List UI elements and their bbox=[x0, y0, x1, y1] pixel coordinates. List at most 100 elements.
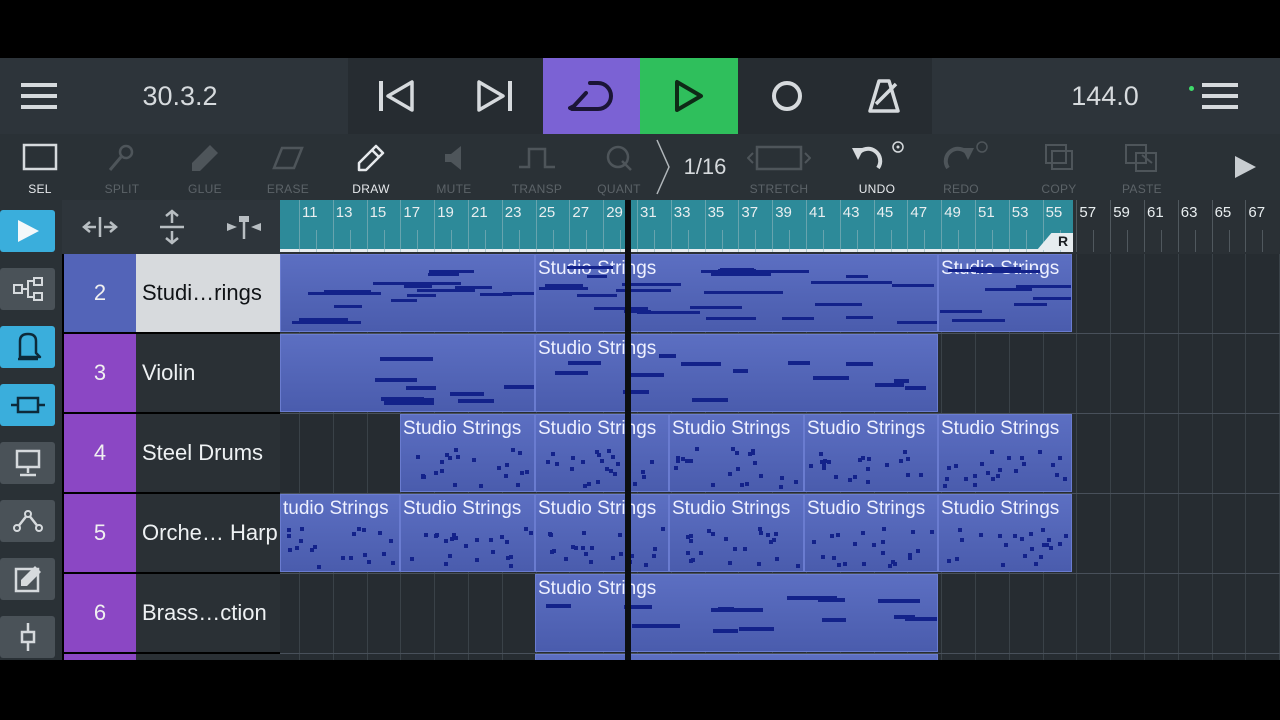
midi-note bbox=[728, 472, 733, 477]
track-row[interactable]: 2 Studi…rings bbox=[62, 254, 280, 334]
menu-icon bbox=[21, 83, 57, 109]
playhead[interactable] bbox=[625, 200, 631, 660]
settings-menu-button[interactable] bbox=[1180, 58, 1260, 134]
midi-clip[interactable]: tudio Strings bbox=[280, 494, 400, 572]
track-routing-button[interactable] bbox=[0, 268, 55, 310]
mixer-view-button[interactable] bbox=[0, 442, 55, 484]
tool-draw[interactable]: DRAW bbox=[331, 134, 411, 200]
midi-note bbox=[853, 542, 858, 547]
tool-split[interactable]: SPLIT bbox=[82, 134, 162, 200]
track-row[interactable]: 6 Brass…ction bbox=[62, 574, 280, 654]
ruler-bar-number: 53 bbox=[1011, 204, 1029, 221]
tool-copy[interactable]: COPY bbox=[1019, 134, 1099, 200]
snap-to-grid-button[interactable] bbox=[208, 200, 280, 254]
ruler-bar-number: 45 bbox=[876, 204, 894, 221]
tool-select[interactable]: SEL bbox=[0, 134, 80, 200]
midi-clip[interactable] bbox=[280, 334, 535, 412]
track-name[interactable]: Orche… Harp bbox=[136, 494, 280, 572]
record-button[interactable] bbox=[738, 58, 835, 134]
ruler-tick bbox=[349, 230, 351, 252]
midi-clip[interactable]: Studio Strings bbox=[938, 414, 1072, 492]
midi-clip[interactable]: Studio Strings bbox=[535, 254, 938, 332]
midi-clip[interactable]: Studio Strings bbox=[669, 494, 804, 572]
midi-note bbox=[835, 532, 840, 537]
track-row[interactable]: 4 Steel Drums bbox=[62, 414, 280, 494]
ruler-tick bbox=[789, 230, 791, 252]
ruler-tick bbox=[738, 200, 740, 252]
arrangement-grid[interactable]: Studio Strings Studio Strings Studio Strin… bbox=[280, 254, 1280, 660]
midi-clip[interactable] bbox=[535, 654, 938, 660]
midi-note bbox=[405, 385, 436, 390]
midi-clip[interactable]: Studio Strings bbox=[938, 254, 1072, 332]
expand-toolbar-button[interactable] bbox=[1220, 134, 1270, 200]
automation-view-button[interactable] bbox=[0, 500, 55, 542]
arranger-view-button[interactable] bbox=[0, 384, 55, 426]
tool-quantize[interactable]: QUANT bbox=[579, 134, 659, 200]
midi-note bbox=[607, 448, 611, 453]
redo-icon bbox=[943, 141, 988, 170]
track-name[interactable]: Violin bbox=[136, 334, 280, 412]
track-height-button[interactable] bbox=[136, 200, 208, 254]
ruler-tick bbox=[1262, 230, 1264, 252]
tool-erase[interactable]: ERASE bbox=[248, 134, 328, 200]
ruler-bar-number: 65 bbox=[1214, 204, 1232, 221]
tool-label: TRANSP bbox=[511, 182, 563, 196]
instrument-view-button[interactable] bbox=[0, 326, 55, 368]
track-name[interactable]: Steel Drums bbox=[136, 414, 280, 492]
midi-note bbox=[780, 475, 785, 480]
midi-note bbox=[689, 305, 743, 309]
midi-clip[interactable]: Studio Strings bbox=[535, 334, 938, 412]
editor-view-button[interactable] bbox=[0, 558, 55, 600]
track-row[interactable]: 3 Violin bbox=[62, 334, 280, 414]
midi-note bbox=[500, 534, 505, 539]
arrange-play-button[interactable] bbox=[0, 210, 55, 252]
midi-clip[interactable]: Studio Strings bbox=[804, 414, 938, 492]
loop-toggle-button[interactable] bbox=[543, 58, 640, 134]
tool-undo[interactable]: UNDO bbox=[837, 134, 917, 200]
midi-note bbox=[576, 293, 618, 297]
midi-note bbox=[479, 293, 512, 297]
ruler-tick bbox=[772, 200, 774, 252]
midi-clip[interactable]: Studio Strings bbox=[535, 574, 938, 652]
track-width-button[interactable] bbox=[64, 200, 136, 254]
tempo-display[interactable]: 144.0 bbox=[1040, 58, 1170, 134]
midi-note bbox=[1014, 469, 1019, 474]
fx-view-button[interactable] bbox=[0, 616, 55, 658]
tool-mute[interactable]: MUTE bbox=[414, 134, 494, 200]
midi-note bbox=[905, 385, 926, 390]
midi-note bbox=[812, 375, 849, 380]
midi-clip[interactable]: Studio Strings bbox=[669, 414, 804, 492]
midi-note bbox=[597, 452, 602, 457]
midi-clip[interactable]: Studio Strings bbox=[400, 494, 535, 572]
midi-note bbox=[775, 557, 780, 562]
skip-forward-button[interactable] bbox=[445, 58, 543, 134]
metronome-button[interactable] bbox=[835, 58, 932, 134]
midi-note bbox=[362, 553, 367, 558]
midi-clip[interactable]: Studio Strings bbox=[400, 414, 535, 492]
play-button[interactable] bbox=[640, 58, 738, 134]
midi-note bbox=[504, 539, 509, 544]
midi-clip[interactable]: Studio Strings bbox=[938, 494, 1072, 572]
midi-note bbox=[1058, 455, 1063, 460]
tool-redo[interactable]: REDO bbox=[921, 134, 1001, 200]
midi-clip[interactable] bbox=[280, 254, 535, 332]
grid-beat-line bbox=[1144, 254, 1145, 660]
timeline-ruler[interactable]: 11 13 15 17 19 21 23 25 27 29 31 33 35 37 39 41 43 45 47 49… bbox=[280, 200, 1280, 254]
midi-clip[interactable]: Studio Strings bbox=[535, 414, 669, 492]
quantize-value[interactable]: 1/16 bbox=[660, 134, 750, 200]
track-row[interactable]: 5 Orche… Harp bbox=[62, 494, 280, 574]
midi-clip[interactable]: Studio Strings bbox=[804, 494, 938, 572]
tool-paste[interactable]: PASTE bbox=[1102, 134, 1182, 200]
midi-note bbox=[1020, 456, 1025, 461]
midi-clip[interactable]: Studio Strings bbox=[535, 494, 669, 572]
tool-stretch[interactable]: STRETCH bbox=[739, 134, 819, 200]
tool-glue[interactable]: GLUE bbox=[165, 134, 245, 200]
song-position-display[interactable]: 30.3.2 bbox=[110, 58, 250, 134]
track-name[interactable]: Studi…rings bbox=[136, 254, 280, 332]
ruler-bar-number: 47 bbox=[910, 204, 928, 221]
tool-transpose[interactable]: TRANSP bbox=[497, 134, 577, 200]
track-name[interactable]: Brass…ction bbox=[136, 574, 280, 652]
skip-back-button[interactable] bbox=[348, 58, 445, 134]
main-menu-button[interactable] bbox=[0, 58, 78, 134]
clip-name: Studio Strings bbox=[403, 498, 522, 519]
